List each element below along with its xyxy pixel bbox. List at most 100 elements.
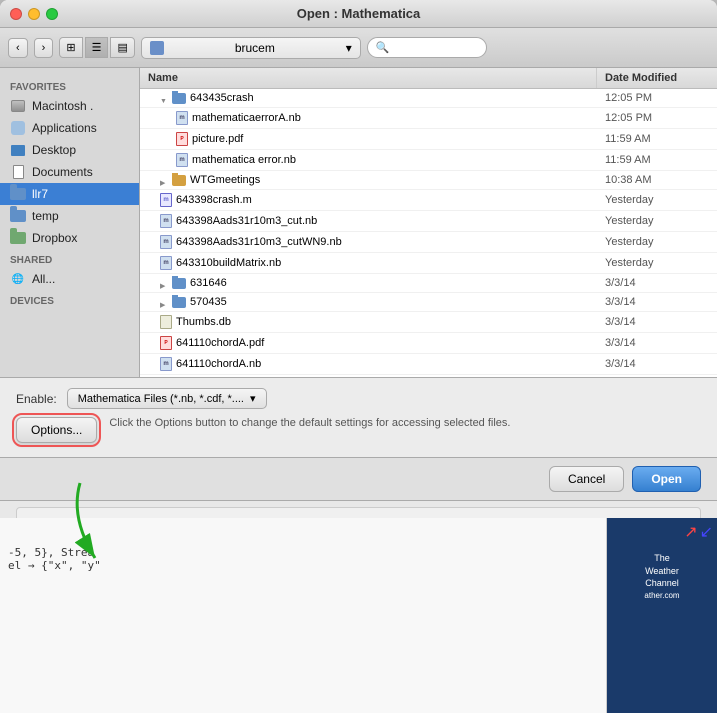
sidebar-item-desktop[interactable]: Desktop [0,139,139,161]
table-row[interactable]: m mathematicaerrorA.nb 12:05 PM [140,108,717,129]
icon-view-button[interactable]: ⊞ [59,37,82,58]
file-name-cell: m 643398Aads31r10m3_cutWN9.nb [140,234,597,250]
open-button[interactable]: Open [632,466,701,492]
weather-logo: The Weather Channel ather.com [611,552,713,601]
file-date: 11:59 AM [597,132,717,146]
forward-icon: › [42,42,46,54]
nb-icon: m [160,235,172,249]
file-name-cell: 570435 [140,295,597,309]
table-row[interactable]: m 643310buildMatrix.nb Yesterday [140,253,717,274]
devices-label: DEVICES [0,290,139,309]
sidebar-documents-label: Documents [32,165,93,179]
file-name: 643398crash.m [176,194,252,206]
enable-value: Mathematica Files (*.nb, *.cdf, *.... [78,393,244,405]
sidebar-item-macintosh[interactable]: Macintosh . [0,95,139,117]
file-date: 3/3/14 [597,276,717,290]
weather-arrows: ↗ ↙ [684,522,713,542]
close-button[interactable] [10,8,22,20]
table-row[interactable]: 643435crash 12:05 PM [140,89,717,108]
sidebar-llr7-label: llr7 [32,187,48,201]
maximize-button[interactable] [46,8,58,20]
sidebar: FAVORITES Macintosh . Applications Deskt… [0,68,140,377]
table-row[interactable]: 631646 3/3/14 [140,274,717,293]
forward-button[interactable]: › [34,38,54,58]
column-view-button[interactable]: ▤ [110,37,134,58]
search-icon: 🔍 [376,41,390,54]
file-name-cell: m 643398Aads31r10m3_cut.nb [140,213,597,229]
folder-icon [172,278,186,289]
enable-dropdown[interactable]: Mathematica Files (*.nb, *.cdf, *.... ▾ [67,388,267,409]
file-name: 643398Aads31r10m3_cutWN9.nb [176,236,342,248]
file-name: mathematicaerrorA.nb [192,112,301,124]
file-name-cell: WTGmeetings [140,173,597,187]
sidebar-dropbox-label: Dropbox [32,231,77,245]
file-name: 631646 [190,277,227,289]
dropbox-folder-icon [10,230,26,246]
weather-blue-arrow: ↙ [700,522,713,542]
expand-icon [160,279,168,287]
table-row[interactable]: P picture.pdf 11:59 AM [140,129,717,150]
file-name: picture.pdf [192,133,243,145]
file-name-cell: m 643398crash.m [140,192,597,208]
sidebar-item-llr7[interactable]: llr7 [0,183,139,205]
apps-icon [10,120,26,136]
weather-area: ↗ ↙ The Weather Channel ather.com [607,518,717,713]
file-name-cell: m mathematica error.nb [140,152,597,168]
file-name: mathematica error.nb [192,154,296,166]
action-row: Cancel Open [0,458,717,501]
list-view-button[interactable]: ☰ [85,37,109,58]
toolbar: ‹ › ⊞ ☰ ▤ brucem ▾ 🔍 [0,28,717,68]
folder-icon [172,297,186,308]
weather-url: ather.com [611,590,713,601]
minimize-button[interactable] [28,8,40,20]
col-name-header: Name [140,68,597,88]
cancel-button[interactable]: Cancel [549,466,624,492]
file-list: Name Date Modified 643435crash 12:05 PM … [140,68,717,377]
code-line1: -5, 5}, Strea [8,546,598,559]
options-hint: Click the Options button to change the d… [109,417,510,429]
location-label: brucem [235,41,275,55]
view-toggle: ⊞ ☰ ▤ [59,37,135,58]
options-button[interactable]: Options... [16,417,97,443]
docs-icon [10,164,26,180]
window-buttons [10,8,58,20]
table-row[interactable]: m 643398crash.m Yesterday [140,190,717,211]
table-row[interactable]: m 643398Aads31r10m3_cutWN9.nb Yesterday [140,232,717,253]
weather-red-arrow: ↗ [684,522,697,542]
sidebar-item-all[interactable]: 🌐 All... [0,268,139,290]
table-row[interactable]: m 643398Aads31r10m3_cut.nb Yesterday [140,211,717,232]
back-icon: ‹ [16,42,20,54]
folder-icon [150,41,164,55]
file-date: 12:05 PM [597,111,717,125]
table-row[interactable]: 570435 3/3/14 [140,293,717,312]
sidebar-applications-label: Applications [32,121,97,135]
table-row[interactable]: WTGmeetings 10:38 AM [140,171,717,190]
table-row[interactable]: Thumbs.db 3/3/14 [140,312,717,333]
location-dropdown[interactable]: brucem ▾ [141,37,361,59]
back-button[interactable]: ‹ [8,38,28,58]
table-row[interactable]: m mathematica error.nb 11:59 AM [140,150,717,171]
sidebar-item-temp[interactable]: temp [0,205,139,227]
file-name: 641110chordA.pdf [176,337,264,349]
file-name-cell: 643435crash [140,91,597,105]
title-bar: Open : Mathematica [0,0,717,28]
dropdown-arrow-icon: ▾ [346,41,352,55]
sidebar-desktop-label: Desktop [32,143,76,157]
enable-label: Enable: [16,392,57,406]
desktop-icon [10,142,26,158]
nb-icon: m [160,256,172,270]
table-row[interactable]: m 641110chordA.nb 3/3/14 [140,354,717,375]
sidebar-item-applications[interactable]: Applications [0,117,139,139]
file-name-cell: P 641110chordA.pdf [140,335,597,351]
table-row[interactable]: P 641110chordA.pdf 3/3/14 [140,333,717,354]
sidebar-item-documents[interactable]: Documents [0,161,139,183]
sidebar-item-dropbox[interactable]: Dropbox [0,227,139,249]
file-name-cell: 631646 [140,276,597,290]
temp-folder-icon [10,208,26,224]
file-name-cell: m 641110chordA.nb [140,356,597,372]
expand-icon [160,176,168,184]
file-date: Yesterday [597,193,717,207]
search-box[interactable]: 🔍 [367,37,487,58]
table-row[interactable]: m 641313demo.nb 3/3/14 [140,375,717,377]
code-area: -5, 5}, Strea el → {"x", "y" [0,518,607,713]
